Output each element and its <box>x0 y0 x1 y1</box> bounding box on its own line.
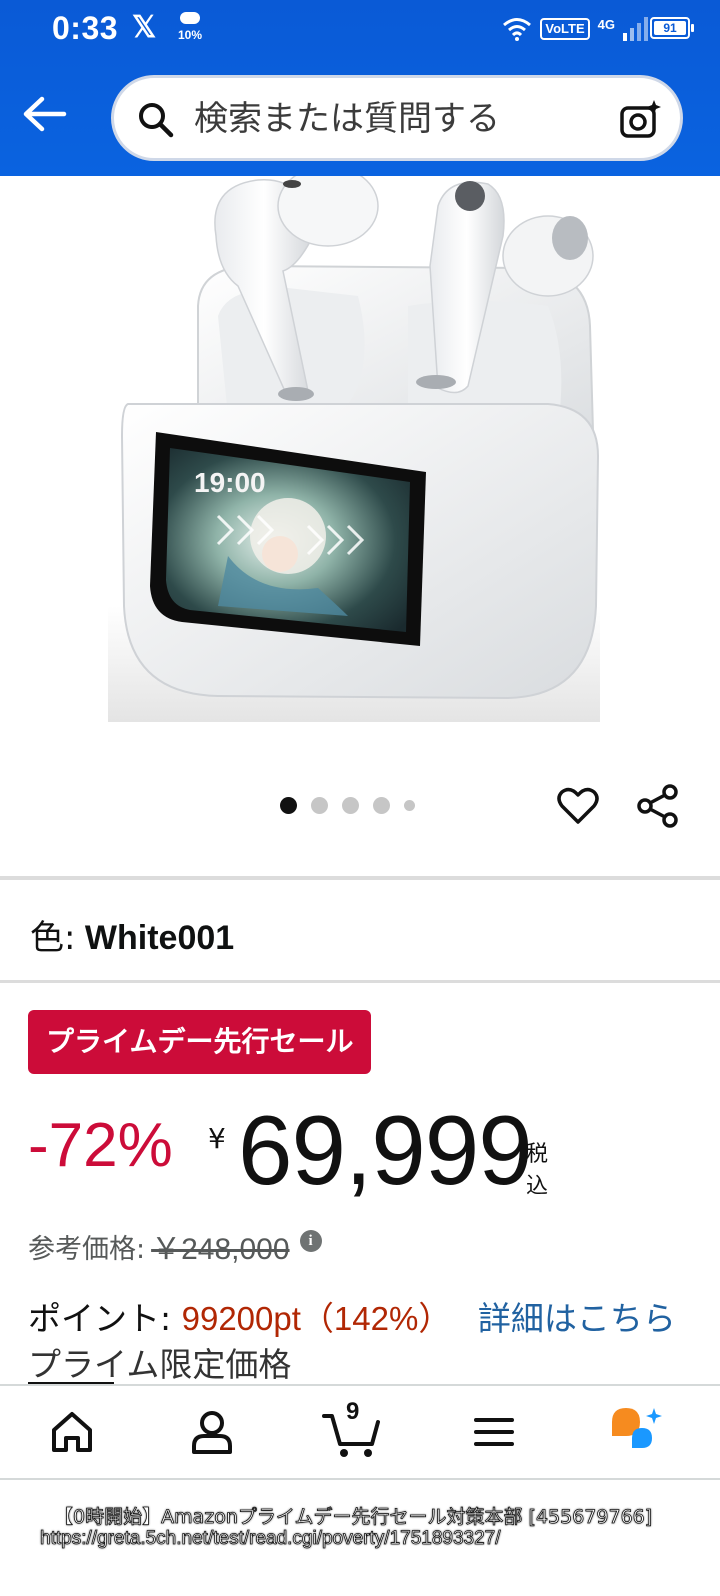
discount-percent: -72% <box>28 1111 173 1180</box>
home-icon[interactable] <box>48 1408 96 1456</box>
search-icon[interactable] <box>136 100 176 140</box>
prime-price-label: プライム限定価格 <box>28 1345 292 1384</box>
carousel-dot[interactable] <box>373 797 390 814</box>
x-app-icon: 𝕏 <box>132 11 157 44</box>
network-type: 4G <box>597 16 615 32</box>
cart-button[interactable]: 9 <box>322 1398 382 1458</box>
back-arrow-icon[interactable] <box>20 94 68 134</box>
battery-level: 91 <box>654 21 686 35</box>
weather-icon: 10% <box>176 10 206 44</box>
cart-count: 9 <box>346 1398 360 1425</box>
camera-icon[interactable] <box>618 98 662 142</box>
search-input[interactable] <box>194 92 594 146</box>
color-variant[interactable]: 色: White001 <box>30 910 234 959</box>
points-details-link[interactable]: 詳細はこちら <box>478 1299 676 1338</box>
currency-symbol: ¥ <box>208 1122 226 1155</box>
caption-url: https://greta.5ch.net/test/read.cgi/pove… <box>40 1528 501 1550</box>
rufus-icon[interactable] <box>608 1404 668 1456</box>
divider <box>0 980 720 983</box>
heart-icon[interactable] <box>556 784 600 828</box>
product-image[interactable]: 19:00 <box>108 176 600 722</box>
points-value: 99200pt（142%） <box>181 1300 452 1337</box>
status-bar: 0:33 𝕏 10% VoLTE 4G 91 <box>0 0 720 60</box>
app-header: 0:33 𝕏 10% VoLTE 4G 91 <box>0 0 720 176</box>
case-screen-time: 19:00 <box>194 467 266 498</box>
carousel-dot[interactable] <box>404 800 415 811</box>
account-icon[interactable] <box>188 1408 236 1456</box>
weather-percent: 10% <box>178 28 203 42</box>
status-time: 0:33 <box>52 10 119 46</box>
menu-icon[interactable] <box>470 1408 518 1456</box>
carousel-dot[interactable] <box>342 797 359 814</box>
points-row: ポイント: 99200pt（142%） 詳細はこちら <box>28 1292 676 1340</box>
share-icon[interactable] <box>636 784 680 828</box>
reference-price-label: 参考価格: <box>28 1233 146 1265</box>
carousel-dot[interactable] <box>311 797 328 814</box>
volte-badge: VoLTE <box>540 18 590 40</box>
image-carousel-dots <box>280 797 415 814</box>
tax-note: 税込 <box>526 1142 549 1199</box>
info-icon[interactable]: i <box>299 1230 322 1252</box>
battery-icon: 91 <box>650 17 694 39</box>
color-label: 色: <box>30 918 76 958</box>
reference-price: 参考価格: ￥248,000 i <box>28 1224 322 1268</box>
color-value: White001 <box>84 919 235 957</box>
price-amount: 69,999 <box>238 1095 533 1205</box>
reference-price-value: ￥248,000 <box>151 1233 290 1266</box>
bottom-nav: 9 <box>0 1384 720 1480</box>
caption-overlay: 【0時開始】Amazonプライムデー先行セール対策本部 [455679766] … <box>0 1480 720 1596</box>
points-label: ポイント: <box>28 1299 172 1338</box>
caption-title: 【0時開始】Amazonプライムデー先行セール対策本部 [455679766] <box>54 1506 653 1529</box>
wifi-icon <box>503 18 532 41</box>
deal-badge: プライムデー先行セール <box>28 1010 372 1074</box>
search-bar[interactable] <box>111 75 683 161</box>
carousel-dot[interactable] <box>280 797 297 814</box>
signal-icon <box>623 17 648 41</box>
divider <box>0 876 720 880</box>
